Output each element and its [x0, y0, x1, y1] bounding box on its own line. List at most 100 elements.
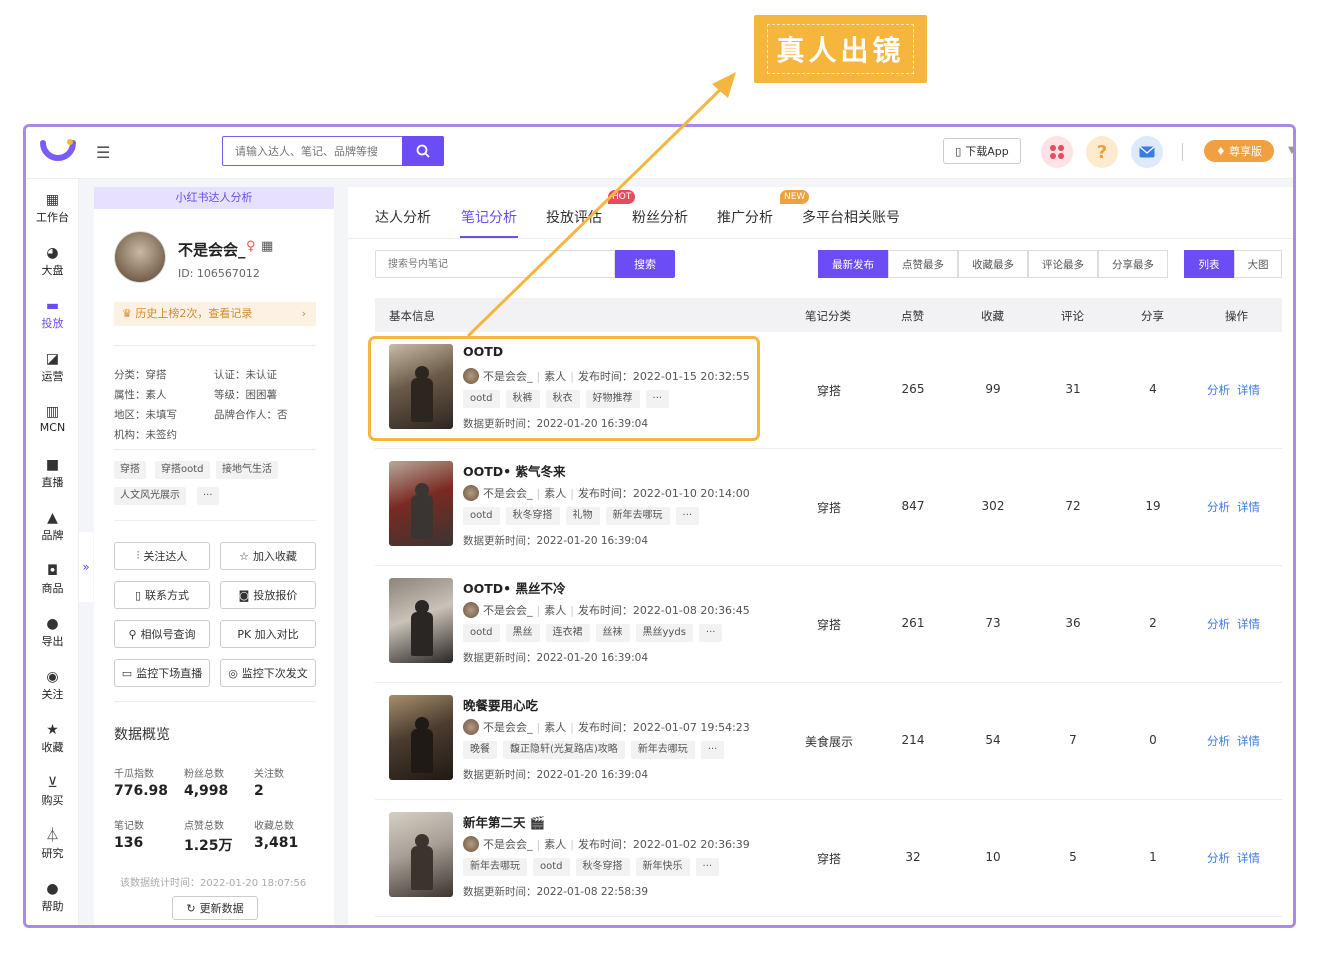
apps-icon[interactable]	[1041, 136, 1073, 168]
nav-item-live[interactable]: ■ 直播	[26, 458, 79, 490]
profile-panel: 小红书达人分析 不是会会_ ♀ ▦ ID: 106567012 ♛ 历史上榜2次…	[94, 187, 334, 925]
note-thumbnail[interactable]	[389, 578, 453, 663]
nav-item-workbench[interactable]: ▦ 工作台	[26, 193, 79, 225]
note-thumbnail[interactable]	[389, 461, 453, 546]
nav-item-market[interactable]: ◕ 大盘	[26, 246, 79, 278]
hot-badge: HOT	[608, 190, 636, 204]
similar-search-button[interactable]: ⚲ 相似号查询	[114, 620, 210, 648]
add-favorite-button[interactable]: ☆ 加入收藏	[220, 542, 316, 570]
note-tag[interactable]: ···	[695, 858, 720, 876]
detail-link[interactable]: 详情	[1237, 851, 1260, 865]
monitor-live-button[interactable]: ▭ 监控下场直播	[114, 659, 210, 687]
note-tag: 黑丝	[505, 624, 540, 642]
nav-item-placement[interactable]: ▬ 投放	[26, 299, 79, 331]
note-thumbnail[interactable]	[389, 812, 453, 897]
vip-badge[interactable]: ♦ 尊享版	[1204, 140, 1274, 162]
follow-button[interactable]: ⫶ 关注达人	[114, 542, 210, 570]
note-search	[375, 250, 615, 278]
refresh-button[interactable]: ↻ 更新数据	[172, 896, 258, 920]
sort-latest[interactable]: 最新发布	[818, 250, 888, 278]
sort-shares[interactable]: 分享最多	[1098, 250, 1168, 278]
analyze-link[interactable]: 分析	[1207, 734, 1230, 748]
nav-item-brand[interactable]: ▲ 品牌	[26, 511, 79, 543]
nav-item-favorites[interactable]: ★ 收藏	[26, 723, 79, 755]
author-name[interactable]: 不是会会_	[483, 602, 533, 618]
new-badge: NEW	[780, 190, 810, 204]
help-circle-icon[interactable]: ?	[1086, 136, 1118, 168]
cart-icon: ⊻	[47, 775, 58, 791]
tab-promo-analysis[interactable]: 推广分析	[717, 207, 773, 227]
contact-button[interactable]: ▯ 联系方式	[114, 581, 210, 609]
tab-placement-eval[interactable]: 投放评估	[546, 207, 602, 227]
divider	[1182, 143, 1183, 161]
view-grid[interactable]: 大图	[1234, 250, 1282, 278]
sort-comments[interactable]: 评论最多	[1028, 250, 1098, 278]
sort-likes[interactable]: 点赞最多	[888, 250, 958, 278]
quote-button[interactable]: ◙ 投放报价	[220, 581, 316, 609]
mail-icon[interactable]	[1131, 136, 1163, 168]
note-title[interactable]: OOTD• 紫气冬来	[463, 461, 566, 480]
col-likes[interactable]: 点赞	[901, 308, 924, 324]
top-bar: ☰ ▯下载App ? ♦ 尊享版 ▼	[26, 127, 1293, 179]
note-tag: 新年去哪玩	[605, 507, 670, 525]
note-tag[interactable]: ···	[700, 741, 725, 759]
author-name[interactable]: 不是会会_	[483, 485, 533, 501]
analyze-link[interactable]: 分析	[1207, 851, 1230, 865]
note-meta: 不是会会_ | 素人 | 发布时间：2022-01-07 19:54:23	[463, 719, 750, 735]
note-title[interactable]: 新年第二天 🎬	[463, 812, 545, 831]
note-search-button[interactable]: 搜索	[615, 250, 675, 278]
detail-link[interactable]: 详情	[1237, 500, 1260, 514]
expand-toggle-icon[interactable]: »	[79, 532, 93, 602]
table-row: 晚餐要用心吃 不是会会_ | 素人 | 发布时间：2022-01-07 19:5…	[375, 683, 1282, 800]
nav-item-buy[interactable]: ⊻ 购买	[26, 776, 79, 808]
col-favorites[interactable]: 收藏	[981, 308, 1004, 324]
nav-item-help[interactable]: ● 帮助	[26, 882, 79, 914]
qr-code-icon[interactable]: ▦	[261, 239, 273, 254]
note-title[interactable]: 晚餐要用心吃	[463, 695, 538, 714]
note-tag[interactable]: ···	[698, 624, 723, 642]
sort-favorites[interactable]: 收藏最多	[958, 250, 1028, 278]
author-name[interactable]: 不是会会_	[483, 836, 533, 852]
col-basic-info: 基本信息	[389, 309, 435, 323]
nav-item-operation[interactable]: ◪ 运营	[26, 352, 79, 384]
monitor-post-button[interactable]: ◎ 监控下次发文	[220, 659, 316, 687]
analyze-link[interactable]: 分析	[1207, 617, 1230, 631]
chevron-down-icon[interactable]: ▼	[1288, 145, 1293, 156]
detail-link[interactable]: 详情	[1237, 734, 1260, 748]
note-tags: ootd 秋冬穿搭 礼物 新年去哪玩 ···	[463, 507, 700, 525]
col-comments[interactable]: 评论	[1061, 308, 1084, 324]
note-title[interactable]: OOTD• 黑丝不冷	[463, 578, 566, 597]
menu-toggle-icon[interactable]: ☰	[96, 143, 114, 162]
nav-item-mcn[interactable]: ▥ MCN	[26, 405, 79, 434]
nav-item-follow[interactable]: ◉ 关注	[26, 670, 79, 702]
view-list[interactable]: 列表	[1184, 250, 1234, 278]
note-thumbnail[interactable]	[389, 695, 453, 780]
search-button[interactable]	[402, 136, 444, 166]
nav-item-export[interactable]: ● 导出	[26, 617, 79, 649]
analyze-link[interactable]: 分析	[1207, 383, 1230, 397]
note-comments: 5	[1069, 850, 1077, 864]
tab-fans-analysis[interactable]: 粉丝分析	[632, 207, 688, 227]
profile-tag-more[interactable]: ···	[197, 487, 219, 505]
col-shares[interactable]: 分享	[1141, 308, 1164, 324]
detail-link[interactable]: 详情	[1237, 383, 1260, 397]
tab-multi-platform[interactable]: 多平台相关账号	[802, 207, 900, 227]
note-tag[interactable]: ···	[675, 507, 700, 525]
nav-item-goods[interactable]: ◘ 商品	[26, 564, 79, 596]
analyze-link[interactable]: 分析	[1207, 500, 1230, 514]
author-type: 素人	[544, 721, 567, 734]
detail-link[interactable]: 详情	[1237, 617, 1260, 631]
nav-item-research[interactable]: ⏃ 研究	[26, 829, 79, 861]
author-name[interactable]: 不是会会_	[483, 719, 533, 735]
note-search-input[interactable]	[376, 251, 606, 277]
tab-note-analysis[interactable]: 笔记分析	[461, 207, 517, 227]
search-icon	[416, 144, 430, 158]
update-time: 数据更新时间：2022-01-20 16:39:04	[463, 535, 649, 547]
global-search-input[interactable]	[223, 137, 403, 165]
tab-creator-analysis[interactable]: 达人分析	[375, 207, 431, 227]
col-actions: 操作	[1225, 309, 1248, 323]
compare-button[interactable]: PK 加入对比	[220, 620, 316, 648]
flask-icon: ⏃	[45, 828, 60, 844]
download-app-button[interactable]: ▯ 下载App	[943, 138, 1021, 164]
history-rank-link[interactable]: ♛ 历史上榜2次，查看记录 ›	[114, 302, 316, 326]
